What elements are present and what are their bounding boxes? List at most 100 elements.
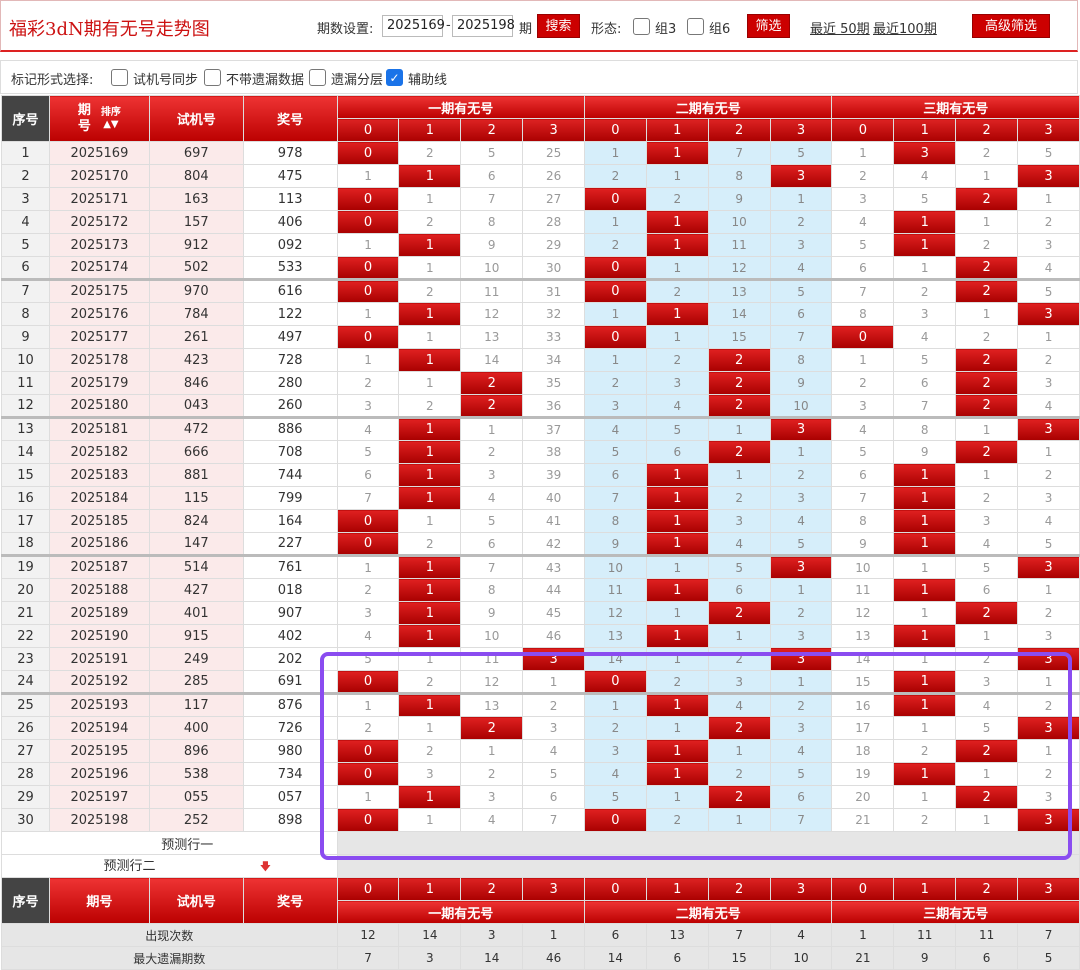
page-title: 福彩3dN期有无号走势图 [9,19,210,40]
foot-col-period: 期号 [48,877,150,924]
omission-cell: 2 [460,762,524,786]
omission-cell: 12 [460,302,524,326]
predict-row-2-label: 预测行二 🡇 [1,854,338,878]
row-seq: 18 [1,532,50,556]
table-row: 17 2025185 824 164 0 1 5 41 8 1 3 4 8 1 3 4 [1,509,1080,533]
trial-sync-checkbox[interactable] [111,69,128,86]
row-prize: 057 [242,785,338,809]
omission-cell: 1 [398,256,462,280]
digit-header: 3 [769,118,833,142]
omission-cell: 25 [522,141,586,165]
row-period: 2025182 [48,440,150,464]
omission-cell: 5 [1017,141,1080,165]
hit-cell: 1 [645,141,709,165]
hit-cell: 1 [893,532,957,556]
foot-col-trial: 试机号 [148,877,244,924]
row-prize: 691 [242,670,338,694]
arrow-down-icon[interactable]: 🡇 [260,860,271,873]
row-prize: 497 [242,325,338,349]
omission-cell: 2 [398,394,462,418]
hit-cell: 3 [1017,716,1080,740]
row-period: 2025183 [48,463,150,487]
omission-cell: 9 [584,532,647,556]
table-row: 16 2025184 115 799 7 1 4 40 7 1 2 3 7 1 2 3 [1,486,1080,510]
filter-button[interactable]: 筛选 [747,14,790,38]
row-prize: 402 [242,624,338,648]
sort-arrows-icon[interactable]: ▲▼ [101,119,121,131]
predict-row-1-cells[interactable] [336,831,1080,855]
omission-cell: 1 [769,670,833,694]
row-period: 2025191 [48,647,150,671]
group6-label: 组6 [709,22,731,37]
hit-cell: 0 [336,141,400,165]
omission-cell: 7 [769,325,833,349]
omission-cell: 6 [769,785,833,809]
row-period: 2025170 [48,164,150,188]
guide-line-checkbox[interactable]: ✓ [386,69,403,86]
recent-100-link[interactable]: 最近100期 [873,18,937,37]
row-trial: 697 [148,141,244,165]
row-prize: 113 [242,187,338,211]
table-row: 27 2025195 896 980 0 2 1 4 3 1 1 4 18 2 2 1 [1,739,1080,763]
omission-cell: 34 [522,348,586,372]
omission-cell: 1 [893,554,957,579]
hit-cell: 0 [336,256,400,280]
omission-cell: 1 [769,578,833,602]
hit-cell: 0 [584,670,647,694]
hit-cell: 2 [955,440,1019,464]
period-to-input[interactable]: 2025198 [452,15,515,37]
omission-layer-checkbox[interactable] [309,69,326,86]
omission-cell: 15 [707,325,771,349]
no-omission-label: 不带遗漏数据 [226,73,305,88]
omission-cell: 3 [1017,785,1080,809]
omission-cell: 2 [769,692,833,717]
omission-cell: 44 [522,578,586,602]
recent-50-link[interactable]: 最近 50期 [810,18,870,37]
omission-cell: 9 [893,440,957,464]
hit-cell: 2 [955,739,1019,763]
omission-cell: 11 [584,578,647,602]
omission-cell: 1 [831,141,895,165]
table-row: 13 2025181 472 886 4 1 1 37 4 5 1 3 4 8 1 3 [1,416,1080,441]
omission-cell: 5 [831,233,895,257]
predict-row-2-cells[interactable] [336,854,1080,878]
table-row: 22 2025190 915 402 4 1 10 46 13 1 1 3 13 1 1 3 [1,624,1080,648]
foot-digit-header: 0 [584,877,647,901]
group3-checkbox[interactable] [633,18,650,35]
omission-cell: 2 [584,716,647,740]
form-label: 形态: [591,22,622,37]
stat-max-omission-cell: 14 [460,946,524,970]
col-period-char-b: 号 [77,118,91,134]
hit-cell: 1 [398,440,462,464]
omission-cell: 5 [893,348,957,372]
omission-cell: 41 [522,509,586,533]
stat-occurrence-cell: 6 [584,923,647,947]
stat-max-omission-cell: 5 [1017,946,1080,970]
row-period: 2025198 [48,808,150,832]
omission-cell: 1 [645,325,709,349]
advanced-filter-button[interactable]: 高级筛选 [972,14,1050,38]
row-prize: 761 [242,554,338,579]
digit-header: 0 [336,118,400,142]
omission-cell: 4 [460,808,524,832]
omission-cell: 1 [893,601,957,625]
search-button[interactable]: 搜索 [537,14,580,38]
stat-occurrence-cell: 11 [893,923,957,947]
omission-cell: 5 [769,532,833,556]
omission-cell: 1 [955,416,1019,441]
omission-cell: 3 [955,509,1019,533]
omission-cell: 13 [460,325,524,349]
stat-occurrence-cell: 1 [522,923,586,947]
no-omission-checkbox[interactable] [204,69,221,86]
row-period: 2025184 [48,486,150,510]
omission-cell: 3 [1017,371,1080,395]
group6-checkbox[interactable] [687,18,704,35]
sort-label[interactable]: 排序 [101,107,121,119]
period-from-input[interactable]: 2025169 [382,15,445,37]
row-period: 2025195 [48,739,150,763]
hit-cell: 2 [707,371,771,395]
row-trial: 915 [148,624,244,648]
omission-cell: 4 [955,532,1019,556]
col-prize-header: 奖号 [242,95,338,142]
col-period-header[interactable]: 期 号 排序 ▲▼ [48,95,150,142]
